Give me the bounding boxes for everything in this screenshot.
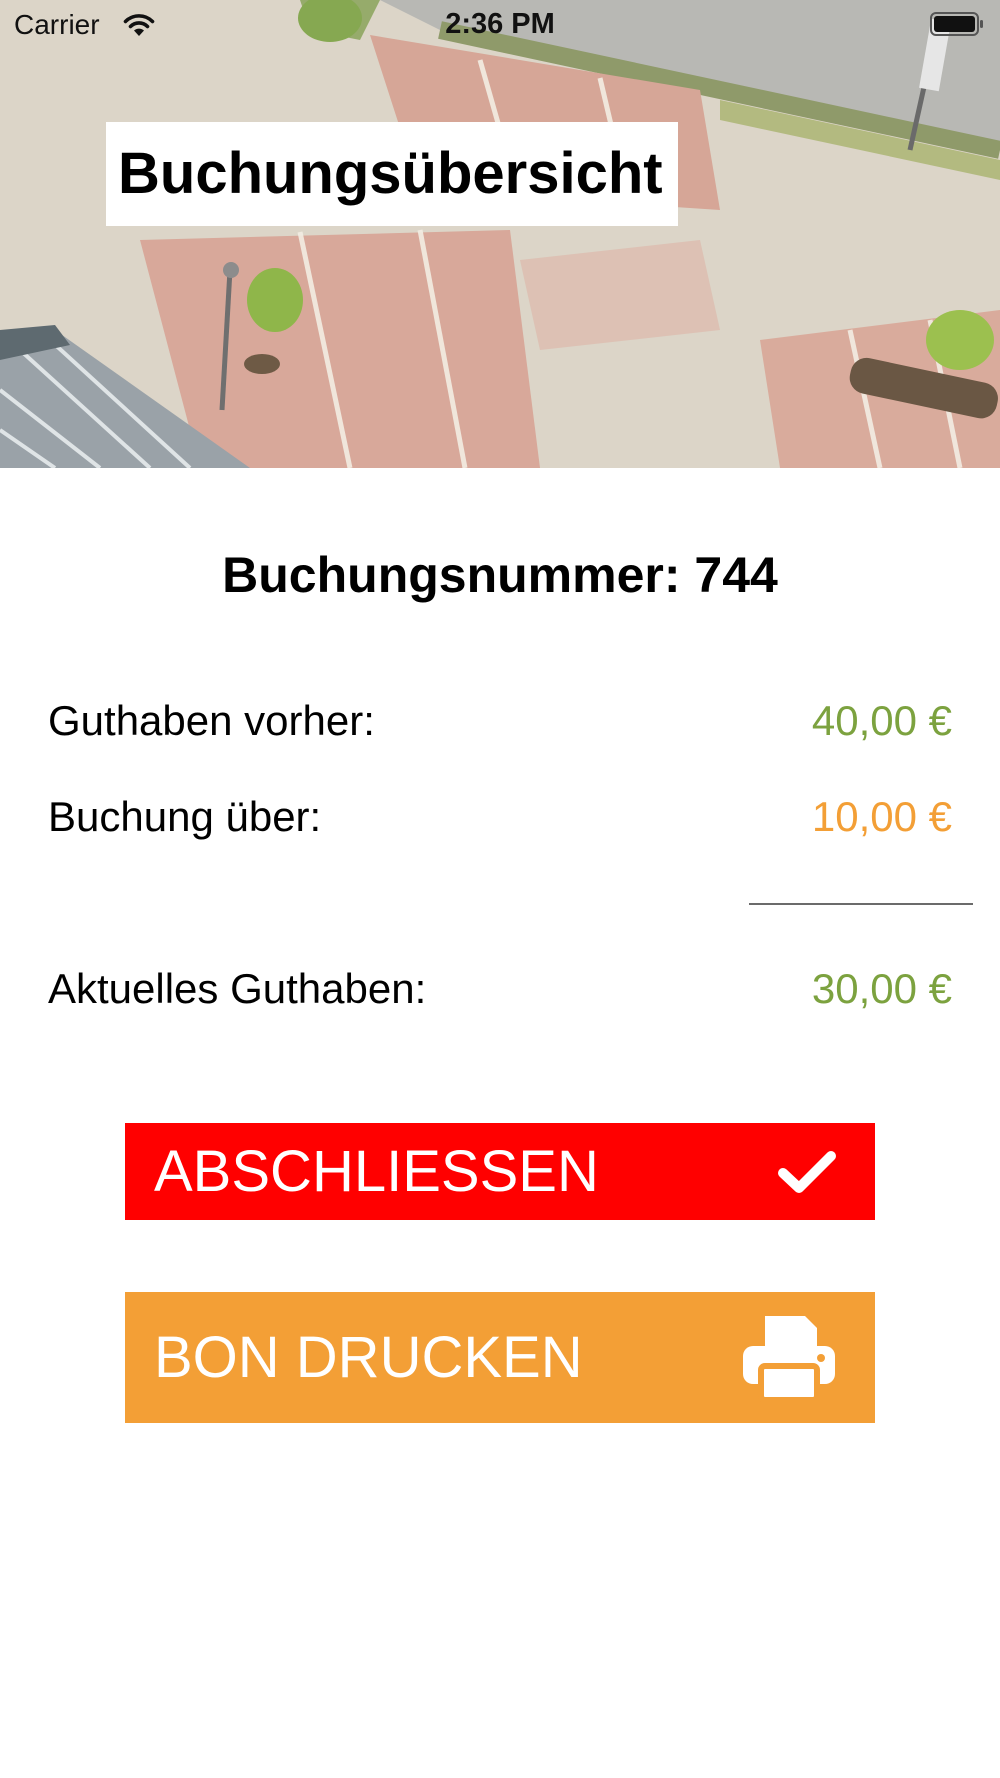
balance-before-row: Guthaben vorher: 40,00 € [48,697,952,757]
page-title: Buchungsübersicht [106,122,678,226]
booking-amount-row: Buchung über: 10,00 € [48,793,952,853]
booking-amount-value: 10,00 € [811,793,952,840]
header-image [0,0,1000,468]
print-receipt-button[interactable]: BON DRUCKEN [125,1292,875,1423]
close-button-label: ABSCHLIESSEN [154,1139,599,1204]
print-button-label: BON DRUCKEN [154,1325,583,1390]
balance-before-value: 40,00 € [811,697,952,744]
status-bar: Carrier 2:36 PM [0,0,1000,52]
balance-before-label: Guthaben vorher: [48,697,375,744]
booking-number: Buchungsnummer: 744 [222,547,778,603]
current-balance-row: Aktuelles Guthaben: 30,00 € [48,965,952,1025]
printer-icon [743,1315,835,1403]
parking-lot-photo [0,0,1000,468]
current-balance-value: 30,00 € [811,965,952,1012]
booking-amount-label: Buchung über: [48,793,322,840]
checkmark-icon [778,1150,836,1193]
battery-icon [930,12,983,36]
clock: 2:36 PM [445,8,555,40]
current-balance-label: Aktuelles Guthaben: [48,965,427,1012]
close-button[interactable]: ABSCHLIESSEN [125,1123,875,1220]
sum-divider [749,903,973,905]
